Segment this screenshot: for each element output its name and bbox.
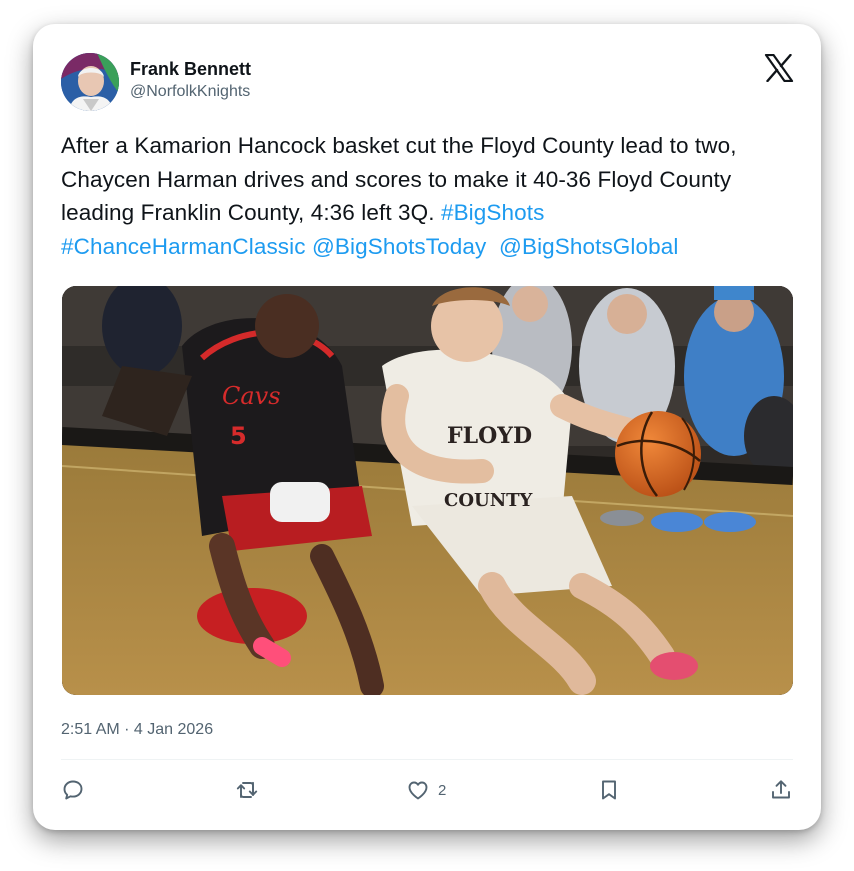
like-count: 2 <box>438 781 447 799</box>
retweet-icon <box>236 781 258 798</box>
divider <box>61 759 793 760</box>
bookmark-button[interactable] <box>597 772 621 808</box>
jersey-text-floyd: FLOYD <box>447 423 532 449</box>
opponent-jersey-text: Cavs <box>222 382 281 410</box>
opponent-jersey-number: 5 <box>230 422 247 450</box>
share-button[interactable] <box>769 772 793 808</box>
retweet-button[interactable] <box>235 772 259 808</box>
hashtag-bigshots[interactable]: #BigShots <box>441 200 544 225</box>
author-avatar[interactable] <box>61 53 119 111</box>
tweet-photo[interactable]: Cavs 5 FLOYD COUNTY <box>62 286 793 695</box>
jersey-text-county: COUNTY <box>444 490 534 511</box>
tweet-text: After a Kamarion Hancock basket cut the … <box>61 129 801 263</box>
reply-icon <box>63 780 83 800</box>
tweet-timestamp[interactable]: 2:51 AM · 4 Jan 2026 <box>61 721 213 739</box>
tweet-body: After a Kamarion Hancock basket cut the … <box>61 133 737 226</box>
like-button[interactable]: 2 <box>406 772 446 808</box>
reply-button[interactable] <box>61 772 85 808</box>
hashtag-chanceharmanclassic[interactable]: #ChanceHarmanClassic <box>61 234 306 259</box>
heart-icon <box>408 781 428 800</box>
mention-bigshotstoday[interactable]: @BigShotsToday <box>312 234 486 259</box>
bookmark-icon <box>602 780 616 800</box>
action-bar: 2 <box>33 772 821 808</box>
mention-bigshotsglobal[interactable]: @BigShotsGlobal <box>499 234 678 259</box>
author-handle[interactable]: @NorfolkKnights <box>130 83 250 101</box>
share-icon <box>772 780 790 799</box>
author-name[interactable]: Frank Bennett <box>130 59 251 80</box>
tweet-card: Frank Bennett @NorfolkKnights After a Ka… <box>33 24 821 830</box>
x-logo-icon[interactable] <box>764 53 794 83</box>
